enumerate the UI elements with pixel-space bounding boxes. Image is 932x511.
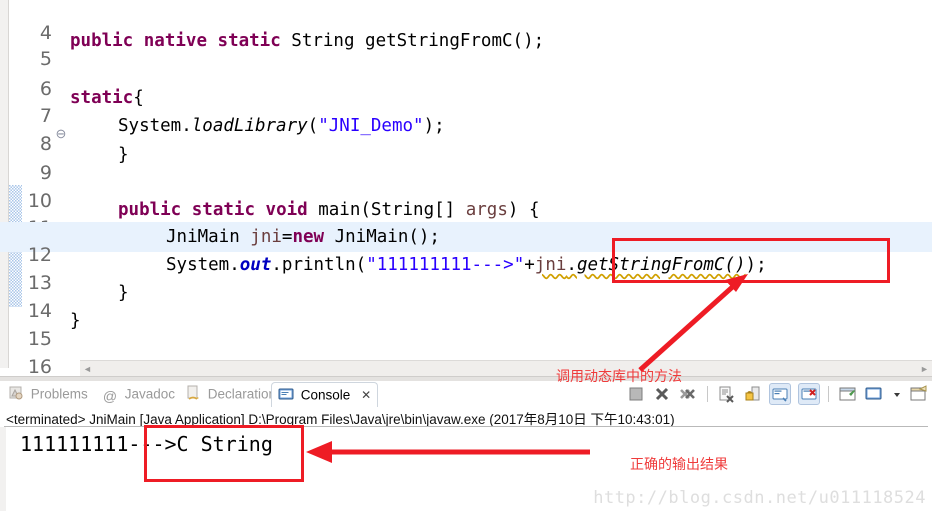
code-line[interactable]: 10 <box>0 168 932 212</box>
code-area[interactable]: 4 5 public native static String getStrin… <box>0 0 932 378</box>
statement-end: ); <box>745 255 767 275</box>
code-text: } <box>118 283 129 303</box>
local-var-jni: jni <box>250 227 282 247</box>
local-var-jni: jni <box>534 255 567 275</box>
code-text: public static void main(String[] args) { <box>118 195 540 225</box>
keyword-public: public <box>70 31 134 51</box>
code-line[interactable]: 9 } <box>0 140 932 184</box>
console-dropdown-icon[interactable] <box>891 384 903 404</box>
keyword-native: native <box>143 31 207 51</box>
annotation-note-output: 正确的输出结果 <box>630 457 728 473</box>
open-brace: { <box>133 88 144 108</box>
code-text: System.loadLibrary("JNI_Demo"); <box>118 111 445 141</box>
problems-icon <box>9 386 23 400</box>
dot-op: . <box>566 255 577 275</box>
java-code-editor[interactable]: 4 5 public native static String getStrin… <box>0 0 932 380</box>
getstringfromc-call: getStringFromC() <box>576 255 746 275</box>
code-line[interactable]: 15 } <box>0 306 932 350</box>
keyword-new: new <box>292 227 325 247</box>
tab-label: Declaration <box>207 386 277 402</box>
code-line[interactable]: 6 <box>0 56 932 100</box>
scroll-left-arrow-icon[interactable]: ◄ <box>80 361 95 377</box>
type-jnimain: JniMain <box>166 227 251 247</box>
parameter-args: args <box>465 200 508 220</box>
tab-javadoc[interactable]: @ Javadoc <box>102 383 175 405</box>
system-ref: System. <box>118 116 192 136</box>
constructor-call: JniMain(); <box>324 227 440 247</box>
code-line[interactable]: 7 ⊖ static{ <box>0 83 932 141</box>
keyword-public: public <box>118 200 182 220</box>
terminate-icon[interactable] <box>626 384 646 404</box>
toolbar-separator <box>828 386 830 402</box>
view-tab-bar: Problems @ Javadoc Declaration Console ✕ <box>0 381 932 407</box>
editor-horizontal-scrollbar[interactable]: ◄ ► <box>80 360 932 377</box>
tab-label: Console <box>300 387 351 403</box>
show-console-on-error-icon[interactable] <box>797 383 820 405</box>
keyword-static: static <box>191 200 255 220</box>
close-icon[interactable]: ✕ <box>361 383 371 407</box>
javadoc-icon: @ <box>102 388 118 404</box>
code-text: JniMain jni=new JniMain(); <box>166 222 440 252</box>
system-ref: System. <box>166 255 240 275</box>
scroll-lock-icon[interactable] <box>743 384 763 404</box>
string-literal: "JNI_Demo" <box>318 116 424 136</box>
remove-all-terminated-icon[interactable] <box>678 384 698 404</box>
println-call: .println( <box>271 255 367 275</box>
string-literal: "111111111--->" <box>366 255 525 275</box>
code-text: public native static String getStringFro… <box>70 26 544 56</box>
annotation-note-code: 调用动态库中的方法 <box>556 369 682 385</box>
concat-op: + <box>524 255 535 275</box>
code-line-current[interactable]: 12 JniMain jni=new JniMain(); <box>0 222 932 266</box>
code-line[interactable]: 11 ⊖ public static void main(String[] ar… <box>0 195 932 253</box>
code-line[interactable]: 14 } <box>0 278 932 322</box>
tab-problems[interactable]: Problems <box>8 383 88 405</box>
code-text: static{ <box>70 83 144 113</box>
tab-label: Problems <box>30 386 88 402</box>
pin-console-icon[interactable] <box>838 384 858 404</box>
code-line[interactable]: 8 System.loadLibrary("JNI_Demo"); <box>0 111 932 155</box>
clear-console-icon[interactable] <box>716 384 736 404</box>
remove-launch-icon[interactable] <box>652 384 672 404</box>
tab-label: Javadoc <box>124 386 176 402</box>
signature-end: ) { <box>507 200 540 220</box>
code-line[interactable]: 5 public native static String getStringF… <box>0 26 932 70</box>
code-line[interactable]: 13 System.out.println("111111111--->"+jn… <box>0 250 932 294</box>
assign-op: = <box>281 227 293 247</box>
watermark-text: http://blog.csdn.net/u011118524 <box>593 488 926 508</box>
open-paren: ( <box>307 116 319 136</box>
console-toolbar <box>625 383 930 407</box>
code-text: } <box>118 145 129 165</box>
console-output-text: 111111111--->C String <box>20 432 273 456</box>
system-out-field: out <box>239 255 272 275</box>
declaration-icon <box>187 385 199 400</box>
tab-declaration[interactable]: Declaration <box>185 383 276 405</box>
main-signature: main(String[] <box>307 200 466 220</box>
display-selected-console-icon[interactable] <box>864 384 884 404</box>
show-console-on-output-icon[interactable] <box>769 383 792 405</box>
code-text: } <box>70 311 81 331</box>
keyword-static: static <box>70 88 134 108</box>
keyword-static: static <box>217 31 281 51</box>
console-icon <box>278 388 294 400</box>
loadlibrary-call: loadLibrary <box>191 116 308 136</box>
keyword-void: void <box>265 200 308 220</box>
console-panel: Problems @ Javadoc Declaration Console ✕ <box>0 381 932 511</box>
statement-end: ); <box>423 116 445 136</box>
code-text: System.out.println("111111111--->"+jni.g… <box>166 250 767 280</box>
toolbar-separator <box>706 386 708 402</box>
method-declaration: String getStringFromC(); <box>280 31 545 51</box>
launch-config-label: <terminated> JniMain [Java Application] … <box>6 412 675 427</box>
open-console-icon[interactable] <box>909 384 929 404</box>
tab-console[interactable]: Console ✕ <box>271 382 379 407</box>
scroll-right-arrow-icon[interactable]: ► <box>917 361 932 377</box>
